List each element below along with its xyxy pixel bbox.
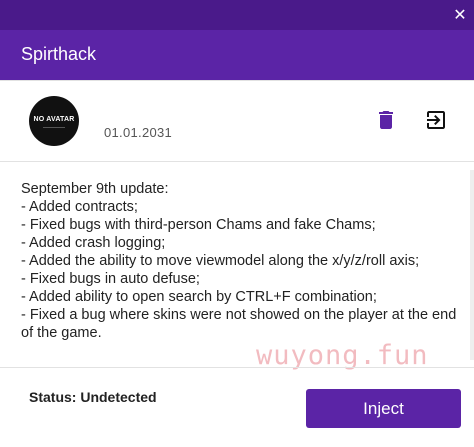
status-label: Status: Undetected xyxy=(29,389,157,405)
changelog-line: - Added crash logging; xyxy=(21,235,166,251)
avatar-underline xyxy=(43,127,65,128)
window-titlebar: ✕ xyxy=(0,0,474,30)
avatar: NO AVATAR xyxy=(29,96,79,146)
changelog-scrollbar[interactable] xyxy=(470,170,474,360)
logout-icon[interactable] xyxy=(424,108,448,132)
app-header: Spirthack xyxy=(0,30,474,80)
trash-icon[interactable] xyxy=(374,108,398,132)
changelog-text: September 9th update: - Added contracts;… xyxy=(21,180,471,342)
header-divider xyxy=(0,80,474,81)
changelog-line: - Fixed bugs with third-person Chams and… xyxy=(21,217,376,233)
changelog-line: - Added contracts; xyxy=(21,199,138,215)
changelog-line: September 9th update: xyxy=(21,181,169,197)
footer-divider xyxy=(0,367,474,368)
changelog-line: - Fixed a bug where skins were not showe… xyxy=(21,307,457,323)
changelog-line: - Added ability to open search by CTRL+F… xyxy=(21,289,377,305)
profile-date: 01.01.2031 xyxy=(104,125,173,140)
profile-divider xyxy=(0,161,474,162)
changelog-line: - Added the ability to move viewmodel al… xyxy=(21,253,420,269)
avatar-label: NO AVATAR xyxy=(33,116,75,123)
inject-button[interactable]: Inject xyxy=(306,389,461,428)
app-title: Spirthack xyxy=(21,44,97,64)
changelog-line: - Fixed bugs in auto defuse; xyxy=(21,271,200,287)
close-icon[interactable]: ✕ xyxy=(450,5,470,25)
